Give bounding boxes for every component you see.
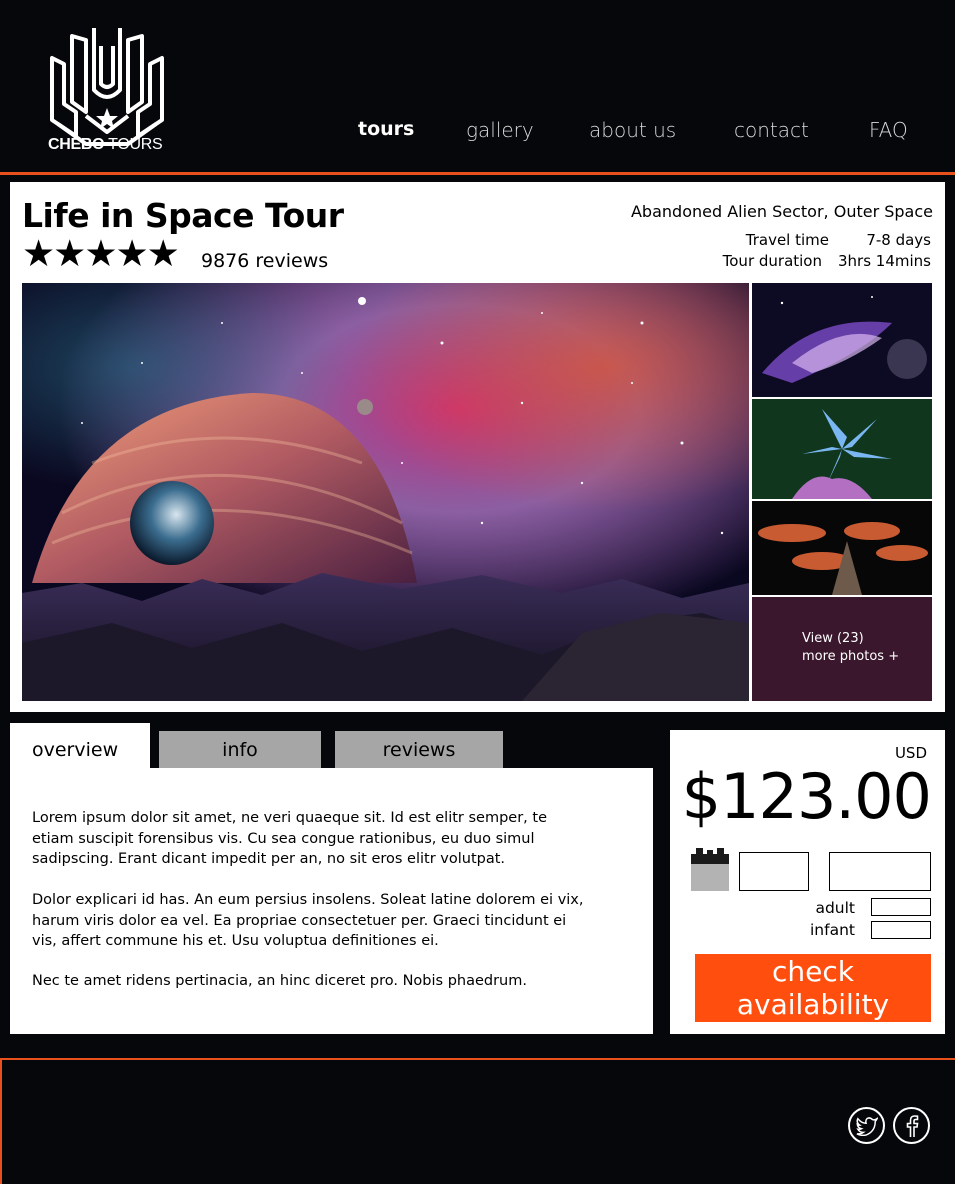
nav-gallery[interactable]: gallery [466,118,534,142]
header-divider [0,172,955,175]
price: $123.00 [681,760,932,833]
overview-paragraph: Lorem ipsum dolor sit amet, ne veri quae… [32,810,547,867]
date-field-end[interactable] [829,852,931,891]
nav-contact[interactable]: contact [734,118,809,142]
reviews-count[interactable]: 9876 reviews [201,250,328,272]
overview-paragraph: Nec te amet ridens pertinacia, an hinc d… [32,973,527,989]
tab-info[interactable]: info [159,731,321,769]
more-photos-label: more photos + [802,649,900,664]
adult-count-input[interactable] [871,898,931,916]
tab-reviews[interactable]: reviews [335,731,503,769]
tour-location: Abandoned Alien Sector, Outer Space [630,202,933,221]
duration-row: Tour duration 3hrs 14mins [723,251,931,272]
brand-name-bold: CHEBO [48,136,105,153]
nav-tours[interactable]: tours [358,118,414,140]
more-photos-link[interactable]: View (23) more photos + [802,630,899,666]
travel-time-value: 7-8 days [866,231,931,249]
overview-panel: Lorem ipsum dolor sit amet, ne veri quae… [10,768,653,1034]
check-availability-button[interactable]: check availability [695,954,931,1022]
site-header: CHEBO TOURS tours gallery about us conta… [0,0,955,172]
hero-image[interactable] [22,283,749,701]
booking-box: USD $123.00 adult infant check availabil… [670,730,945,1034]
site-footer [0,1060,955,1184]
gallery-thumbnail[interactable] [752,283,932,397]
adult-label: adult [815,899,855,917]
brand-name: CHEBO TOURS [48,136,163,154]
duration-value: 3hrs 14mins [838,252,931,270]
brand-name-light: TOURS [108,136,163,153]
tab-overview[interactable]: overview [10,723,150,769]
date-field[interactable] [739,852,809,891]
nav-about-us[interactable]: about us [589,118,676,142]
duration-label: Tour duration [722,252,822,270]
gallery-thumbnail[interactable] [752,399,932,499]
tour-title: Life in Space Tour [22,196,344,235]
facebook-icon[interactable] [893,1107,930,1144]
infant-count-input[interactable] [871,921,931,939]
travel-time-row: Travel time 7-8 days [723,230,931,251]
more-photos-count: View (23) [802,631,864,646]
twitter-icon[interactable] [848,1107,885,1144]
tour-panel: Life in Space Tour ★★★★★ 9876 reviews Ab… [10,182,945,712]
infant-label: infant [810,921,855,939]
nav-faq[interactable]: FAQ [869,118,908,142]
overview-paragraph: Dolor explicari id has. An eum persius i… [32,892,584,949]
calendar-icon[interactable] [691,848,729,891]
rating-stars: ★★★★★ [22,233,180,274]
gallery-thumbnail[interactable] [752,501,932,595]
tour-meta: Travel time 7-8 days Tour duration 3hrs … [723,230,931,272]
travel-time-label: Travel time [745,231,829,249]
